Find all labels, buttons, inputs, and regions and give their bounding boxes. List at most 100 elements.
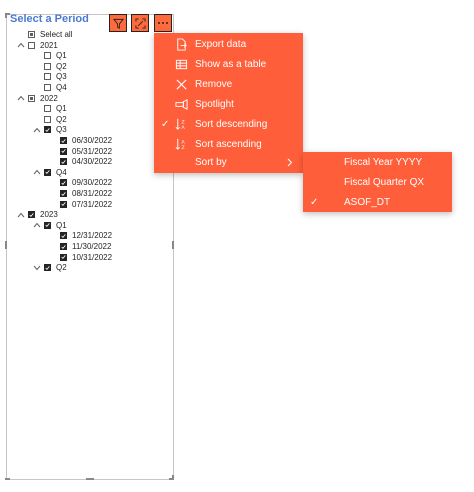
checkbox[interactable] — [44, 73, 51, 81]
slicer-item-year-2023[interactable]: 2023 — [16, 209, 58, 220]
slicer-item-label: Q2 — [56, 263, 67, 273]
checkbox[interactable] — [44, 62, 51, 70]
chevron-up-icon[interactable] — [32, 125, 42, 135]
checkbox[interactable] — [60, 147, 67, 155]
checkbox[interactable] — [60, 137, 67, 144]
checkmark-icon: ✓ — [310, 196, 319, 208]
checkbox[interactable] — [44, 221, 51, 229]
slicer-item-label: Q2 — [56, 114, 67, 124]
svg-text:A: A — [181, 139, 185, 145]
checkbox[interactable] — [44, 126, 51, 134]
checkbox[interactable] — [44, 84, 51, 91]
resize-handle-bottom[interactable] — [86, 478, 94, 480]
slicer-item-year-2022[interactable]: 2022 — [16, 93, 58, 104]
checkbox[interactable] — [60, 243, 67, 250]
slicer-item-label: 05/31/2022 — [72, 146, 113, 156]
slicer-item-2023-q1[interactable]: Q1 — [32, 220, 67, 231]
slicer-item-2021-q1[interactable]: Q1 — [32, 50, 67, 61]
chevron-down-icon[interactable] — [32, 263, 42, 273]
slicer-item-2023-q2[interactable]: Q2 — [32, 262, 67, 273]
menu-item-remove[interactable]: Remove — [154, 74, 303, 94]
slicer-item-date[interactable]: 10/31/2022 — [60, 252, 112, 263]
slicer-item-label: 12/31/2022 — [72, 231, 113, 241]
menu-item-export-data[interactable]: Export data — [154, 34, 303, 54]
chevron-up-icon[interactable] — [16, 40, 26, 50]
slicer-item-2022-q3[interactable]: Q3 — [32, 124, 67, 135]
context-menu: Export data Show as a table Remove Spotl… — [154, 33, 303, 173]
checkbox[interactable] — [60, 179, 67, 187]
checkbox[interactable] — [60, 232, 67, 240]
submenu-item-fiscal-year[interactable]: Fiscal Year YYYY — [303, 152, 452, 172]
menu-item-label: Sort by — [195, 156, 227, 168]
slicer-item-label: 07/31/2022 — [72, 199, 113, 209]
slicer-item-date[interactable]: 11/30/2022 — [60, 241, 111, 252]
checkbox[interactable] — [28, 31, 35, 38]
slicer-item-2022-q4[interactable]: Q4 — [32, 167, 67, 178]
resize-handle-bottom-left[interactable] — [5, 478, 10, 480]
submenu-item-label: Fiscal Year YYYY — [344, 156, 423, 168]
checkbox[interactable] — [44, 115, 51, 123]
chevron-up-icon[interactable] — [32, 220, 42, 230]
submenu-item-asof-dt[interactable]: ✓ ASOF_DT — [303, 192, 452, 212]
resize-handle-bottom-right[interactable] — [172, 475, 174, 480]
menu-item-label: Remove — [195, 78, 233, 90]
menu-item-spotlight[interactable]: Spotlight — [154, 94, 303, 114]
checkbox[interactable] — [44, 52, 51, 60]
slicer-item-label: 2023 — [40, 210, 58, 220]
svg-text:A: A — [181, 125, 185, 131]
submenu-item-label: ASOF_DT — [344, 196, 391, 208]
submenu-item-fiscal-quarter[interactable]: Fiscal Quarter QX — [303, 172, 452, 192]
checkbox[interactable] — [44, 105, 51, 113]
checkbox[interactable] — [28, 94, 35, 102]
slicer-item-date[interactable]: 08/31/2022 — [60, 188, 112, 199]
resize-handle-left[interactable] — [5, 241, 7, 249]
export-data-icon — [174, 37, 188, 51]
slicer-item-2022-q1[interactable]: Q1 — [32, 103, 67, 114]
checkbox[interactable] — [60, 200, 67, 208]
menu-item-show-as-table[interactable]: Show as a table — [154, 54, 303, 74]
slicer-item-date[interactable]: 07/31/2022 — [60, 199, 112, 210]
checkbox[interactable] — [60, 253, 67, 261]
slicer-item-date[interactable]: 06/30/2022 — [60, 135, 112, 146]
menu-item-sort-descending[interactable]: ✓ ZA Sort descending — [154, 114, 303, 134]
menu-item-label: Export data — [195, 38, 247, 50]
checkbox[interactable] — [60, 158, 67, 166]
svg-text:Z: Z — [181, 145, 184, 151]
checkbox[interactable] — [44, 264, 51, 272]
more-options-button[interactable] — [154, 14, 172, 32]
slicer-item-date[interactable]: 04/30/2022 — [60, 156, 112, 167]
chevron-up-icon[interactable] — [16, 210, 26, 220]
resize-handle-right[interactable] — [172, 241, 174, 249]
slicer-item-2021-q3[interactable]: Q3 — [32, 71, 67, 82]
slicer-item-label: Q3 — [56, 125, 67, 135]
slicer-item-label: Q1 — [56, 104, 67, 114]
menu-item-sort-ascending[interactable]: AZ Sort ascending — [154, 134, 303, 154]
chevron-up-icon[interactable] — [32, 167, 42, 177]
checkbox[interactable] — [28, 41, 35, 49]
slicer-item-select-all[interactable]: Select all — [28, 29, 72, 40]
chevron-up-icon[interactable] — [16, 93, 26, 103]
slicer-item-date[interactable]: 05/31/2022 — [60, 146, 112, 157]
table-icon — [174, 57, 188, 71]
slicer-item-2021-q4[interactable]: Q4 — [32, 82, 67, 93]
checkbox[interactable] — [44, 168, 51, 176]
slicer-item-date[interactable]: 09/30/2022 — [60, 177, 112, 188]
resize-handle-top-left[interactable] — [5, 13, 7, 18]
checkbox[interactable] — [28, 211, 35, 219]
menu-item-sort-by[interactable]: Sort by — [154, 152, 303, 172]
svg-text:Z: Z — [181, 119, 184, 125]
filter-button[interactable] — [109, 14, 127, 32]
slicer-item-year-2021[interactable]: 2021 — [16, 40, 58, 51]
chevron-right-icon — [287, 158, 293, 167]
checkbox[interactable] — [60, 190, 67, 197]
slicer-item-2021-q2[interactable]: Q2 — [32, 61, 67, 72]
slicer-item-date[interactable]: 12/31/2022 — [60, 230, 112, 241]
checkmark-icon: ✓ — [161, 118, 170, 130]
slicer-item-2022-q2[interactable]: Q2 — [32, 114, 67, 125]
focus-mode-button[interactable] — [131, 14, 149, 32]
slicer-item-label: 04/30/2022 — [72, 157, 113, 167]
